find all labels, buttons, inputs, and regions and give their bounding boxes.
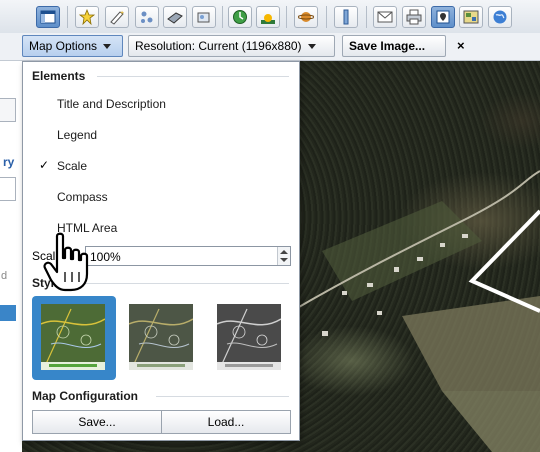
new-point-icon[interactable] — [75, 6, 99, 28]
earth-view-icon[interactable] — [488, 6, 512, 28]
historical-imagery-icon[interactable] — [228, 6, 252, 28]
color-style-thumbnail — [41, 304, 105, 370]
map-view-icon[interactable] — [459, 6, 483, 28]
menu-item-legend[interactable]: Legend — [57, 128, 97, 142]
new-polygon-icon[interactable] — [163, 6, 187, 28]
spinner-buttons[interactable] — [277, 247, 290, 265]
style-option-muted[interactable] — [120, 296, 204, 380]
save-config-button[interactable]: Save... — [32, 410, 162, 434]
load-config-button[interactable]: Load... — [161, 410, 291, 434]
sunlight-icon[interactable] — [256, 6, 280, 28]
planets-icon[interactable] — [294, 6, 318, 28]
divider — [156, 396, 289, 397]
main-toolbar: + — [0, 0, 540, 34]
checkmark-icon: ✓ — [39, 158, 50, 172]
ruler-icon[interactable] — [334, 6, 358, 28]
chevron-down-icon — [103, 44, 112, 50]
map-configuration-title: Map Configuration — [32, 389, 138, 403]
save-image-button[interactable]: Save Image... — [342, 35, 446, 57]
resolution-label: Resolution: Current (1196x880) — [135, 39, 302, 53]
menu-item-title-description[interactable]: Title and Description — [57, 97, 166, 111]
hand-cursor-icon — [43, 232, 89, 292]
spin-down-icon[interactable] — [280, 258, 288, 262]
spin-up-icon[interactable] — [280, 250, 288, 254]
map-options-menu: Elements Title and Description Legend ✓ … — [22, 61, 300, 441]
map-options-button[interactable]: Map Options — [22, 35, 123, 57]
new-multipoint-icon[interactable] — [135, 6, 159, 28]
map-options-label: Map Options — [29, 39, 98, 53]
divider — [97, 76, 289, 77]
sidebar-edge-field[interactable] — [0, 177, 16, 201]
layout-icon[interactable] — [36, 6, 60, 28]
svg-text:+: + — [120, 10, 124, 17]
elements-section-title: Elements — [32, 69, 86, 83]
muted-style-thumbnail — [129, 304, 193, 370]
menu-item-scale[interactable]: Scale — [57, 159, 87, 173]
scaling-spinbox[interactable]: 100% — [85, 246, 291, 266]
style-option-grayscale[interactable] — [208, 296, 292, 380]
grayscale-style-thumbnail — [217, 304, 281, 370]
resolution-dropdown[interactable]: Resolution: Current (1196x880) — [128, 35, 335, 57]
style-option-color[interactable] — [32, 296, 116, 380]
sidebar-edge-text-d: d — [1, 270, 8, 282]
menu-item-compass[interactable]: Compass — [57, 190, 108, 204]
close-icon[interactable]: × — [457, 38, 465, 53]
sidebar-selected-item[interactable] — [0, 305, 16, 321]
sidebar-edge-text: ry — [3, 155, 15, 169]
print-icon[interactable] — [402, 6, 426, 28]
chevron-down-icon — [307, 44, 316, 50]
print-toolbar: Map Options Resolution: Current (1196x88… — [0, 33, 540, 61]
email-icon[interactable] — [373, 6, 397, 28]
new-image-overlay-icon[interactable] — [192, 6, 216, 28]
sidebar-edge-button[interactable] — [0, 98, 16, 122]
new-line-icon[interactable]: + — [105, 6, 129, 28]
save-image-icon[interactable] — [431, 6, 455, 28]
divider — [81, 283, 289, 284]
left-sidebar: ry d — [0, 61, 23, 452]
